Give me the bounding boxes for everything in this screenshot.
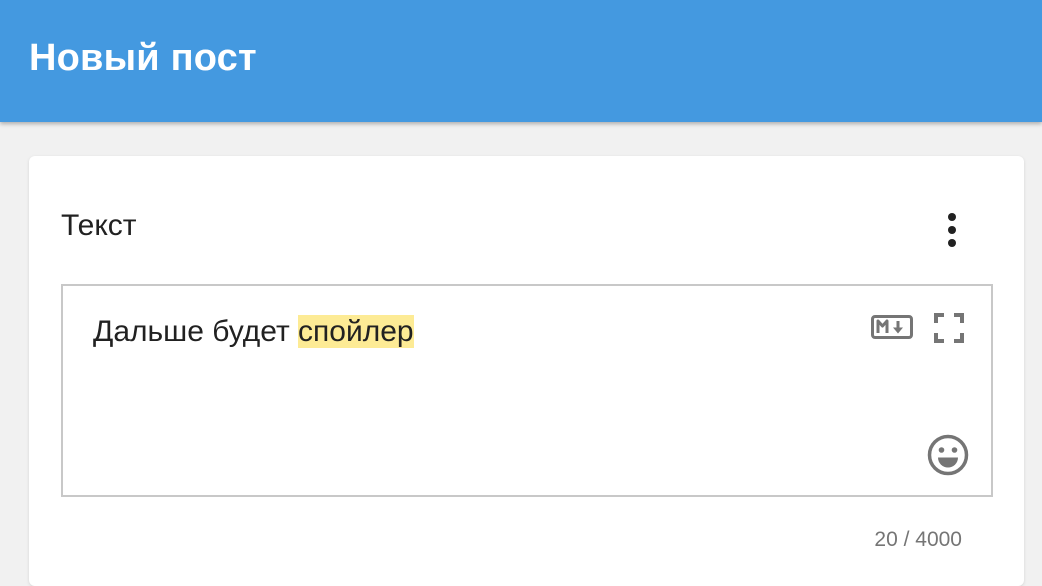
markdown-icon[interactable] (871, 315, 913, 344)
editor-text-spoiler: спойлер (298, 315, 414, 348)
more-vertical-icon[interactable] (930, 208, 974, 252)
editor-content[interactable]: Дальше будет спойлер (93, 314, 414, 350)
more-dot-3 (948, 239, 956, 247)
app-bar: Новый пост (0, 0, 1042, 122)
character-counter: 20 / 4000 (874, 528, 962, 551)
post-text-editor[interactable]: Дальше будет спойлер (61, 284, 993, 497)
fullscreen-icon[interactable] (933, 312, 965, 349)
more-dot-1 (948, 213, 956, 221)
emoji-icon[interactable] (927, 434, 969, 481)
page-title: Новый пост (29, 37, 257, 79)
section-title: Текст (61, 209, 137, 242)
editor-text-plain: Дальше будет (93, 315, 299, 348)
post-card: Текст Дальше будет спойлер 20 / 4000 (29, 156, 1024, 586)
more-dot-2 (948, 226, 956, 234)
